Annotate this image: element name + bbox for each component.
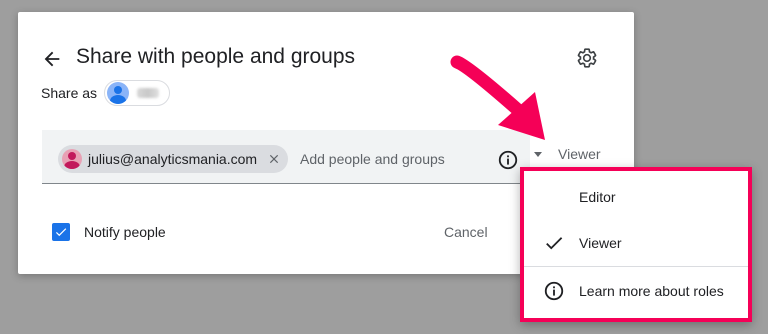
back-button[interactable] bbox=[40, 47, 64, 71]
checkmark-icon bbox=[55, 228, 67, 237]
recipient-email: julius@analyticsmania.com bbox=[88, 151, 258, 167]
gear-icon bbox=[577, 48, 597, 68]
add-people-field[interactable]: julius@analyticsmania.com bbox=[42, 130, 530, 184]
checkbox-icon[interactable] bbox=[52, 223, 70, 241]
notify-people-toggle[interactable]: Notify people bbox=[52, 222, 166, 242]
notify-people-label: Notify people bbox=[84, 224, 166, 240]
menu-item-editor[interactable]: Editor bbox=[524, 177, 748, 217]
menu-divider bbox=[524, 266, 748, 267]
role-selected-label: Viewer bbox=[558, 146, 601, 162]
role-dropdown[interactable]: Viewer bbox=[534, 142, 601, 166]
menu-item-viewer[interactable]: Viewer bbox=[524, 223, 748, 263]
close-icon bbox=[269, 154, 279, 164]
dropdown-arrow-icon bbox=[534, 151, 542, 157]
cancel-button[interactable]: Cancel bbox=[444, 220, 488, 244]
remove-recipient-button[interactable] bbox=[266, 151, 282, 167]
recipient-chip[interactable]: julius@analyticsmania.com bbox=[58, 145, 288, 173]
blurred-account-name bbox=[137, 88, 159, 98]
settings-button[interactable] bbox=[575, 46, 599, 70]
menu-item-label: Learn more about roles bbox=[579, 283, 724, 299]
share-as-account-chip[interactable] bbox=[104, 80, 170, 106]
add-people-input[interactable] bbox=[300, 148, 480, 170]
avatar bbox=[107, 82, 129, 104]
menu-item-learn-more[interactable]: Learn more about roles bbox=[524, 271, 748, 311]
info-button[interactable] bbox=[496, 148, 520, 172]
role-menu: Editor Viewer Learn more about roles bbox=[520, 167, 752, 322]
checkmark-icon bbox=[542, 231, 566, 255]
info-icon bbox=[542, 279, 566, 303]
recipient-avatar bbox=[62, 149, 82, 169]
share-as-label: Share as bbox=[41, 85, 98, 101]
menu-item-label: Viewer bbox=[579, 235, 622, 251]
dialog-title: Share with people and groups bbox=[76, 45, 356, 68]
info-icon bbox=[498, 150, 518, 170]
menu-item-label: Editor bbox=[579, 189, 616, 205]
back-arrow-icon bbox=[44, 51, 60, 67]
